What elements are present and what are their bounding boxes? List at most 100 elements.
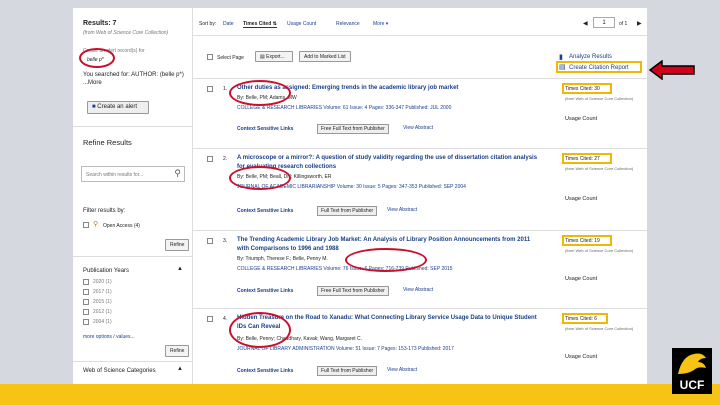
times-cited-source: (from Web of Science Core Collection) <box>565 166 634 171</box>
open-access-label: Open Access (4) <box>103 223 140 229</box>
screenshot-panel: Results: 7 (from Web of Science Core Col… <box>73 8 647 384</box>
record-checkbox[interactable] <box>207 86 213 92</box>
search-icon[interactable]: ⚲ <box>174 168 181 179</box>
export-label: Export... <box>266 54 285 60</box>
year-checkbox[interactable] <box>83 279 89 285</box>
record-title[interactable]: The Trending Academic Library Job Market… <box>237 237 530 243</box>
ucf-logo-text: UCF <box>679 378 705 392</box>
search-within-input[interactable]: Search within results for... ⚲ <box>81 166 185 182</box>
record-checkbox[interactable] <box>207 316 213 322</box>
divider <box>193 308 647 309</box>
refine-button[interactable]: Refine <box>165 239 190 251</box>
year-label: 2020 (1) <box>93 279 112 285</box>
yellow-box-highlight <box>562 235 612 246</box>
export-button[interactable]: ▤ Export... <box>255 51 293 62</box>
refine-button-2[interactable]: Refine <box>165 345 190 357</box>
fulltext-button[interactable]: Full Text from Publisher <box>317 206 378 216</box>
context-links[interactable]: Context Sensitive Links <box>237 288 293 294</box>
chevron-up-icon[interactable]: ▲ <box>177 266 183 272</box>
record-authors: By: Triumph, Therese F.; Belle, Penny M. <box>237 256 328 262</box>
fulltext-button[interactable]: Full Text from Publisher <box>317 366 378 376</box>
page-number-input[interactable]: 1 <box>593 17 615 28</box>
record-number: 1. <box>223 86 228 92</box>
record-number: 2. <box>223 156 228 162</box>
context-links[interactable]: Context Sensitive Links <box>237 126 293 132</box>
sidebar: Results: 7 (from Web of Science Core Col… <box>73 8 193 384</box>
divider <box>73 361 193 362</box>
search-placeholder: Search within results for... <box>86 172 144 178</box>
sort-times-cited[interactable]: Times Cited ⇅ <box>243 21 277 28</box>
divider <box>193 148 647 149</box>
create-alert-label: Create an alert <box>97 104 137 110</box>
context-links[interactable]: Context Sensitive Links <box>237 208 293 214</box>
yellow-box-highlight <box>556 61 642 73</box>
sort-times-cited-label: Times Cited <box>243 21 272 27</box>
divider <box>73 126 193 127</box>
red-circle-highlight <box>79 48 115 68</box>
view-abstract-link[interactable]: View Abstract <box>403 287 433 293</box>
context-links[interactable]: Context Sensitive Links <box>237 368 293 374</box>
gold-footer-band <box>0 384 720 405</box>
prev-page-icon[interactable]: ◀ <box>583 20 588 27</box>
sort-usage-count[interactable]: Usage Count <box>287 21 316 27</box>
record-journal: COLLEGE & RESEARCH LIBRARIES Volume: 76 … <box>237 266 453 272</box>
add-marked-list-button[interactable]: Add to Marked List <box>299 51 351 62</box>
view-abstract-link[interactable]: View Abstract <box>387 207 417 213</box>
year-label: 2015 (1) <box>93 299 112 305</box>
view-abstract-link[interactable]: View Abstract <box>403 125 433 131</box>
year-checkbox[interactable] <box>83 289 89 295</box>
red-arrow-icon <box>648 60 695 80</box>
record-title-cont[interactable]: with Comparisons to 1996 and 1988 <box>237 246 339 252</box>
results-main: Sort by: Date Times Cited ⇅ Usage Count … <box>193 8 647 384</box>
yellow-box-highlight <box>562 313 608 324</box>
yellow-box-highlight <box>562 83 612 94</box>
red-circle-highlight <box>229 166 291 190</box>
red-circle-highlight <box>229 80 291 106</box>
times-cited-source: (from Web of Science Core Collection) <box>565 96 634 101</box>
record-title[interactable]: A microscope or a mirror?: A question of… <box>237 155 537 161</box>
pegasus-icon <box>678 353 706 374</box>
pub-years-heading: Publication Years <box>83 268 130 274</box>
year-checkbox[interactable] <box>83 319 89 325</box>
usage-count[interactable]: Usage Count <box>565 116 597 122</box>
select-page-checkbox[interactable] <box>207 54 213 60</box>
results-count: Results: 7 <box>83 20 117 27</box>
record-number: 4. <box>223 316 228 322</box>
analyze-results-link[interactable]: Analyze Results <box>569 54 612 60</box>
next-page-icon[interactable]: ▶ <box>637 20 642 27</box>
record-checkbox[interactable] <box>207 238 213 244</box>
bell-icon: ■ <box>92 104 96 110</box>
record-number: 3. <box>223 238 228 244</box>
select-page-label: Select Page <box>217 55 244 61</box>
sort-by-label: Sort by: <box>199 21 217 27</box>
create-alert-button[interactable]: ■ Create an alert <box>87 101 149 114</box>
usage-count[interactable]: Usage Count <box>565 276 597 282</box>
usage-count[interactable]: Usage Count <box>565 354 597 360</box>
open-access-checkbox[interactable] <box>83 222 89 228</box>
sort-more[interactable]: More ▾ <box>373 21 388 27</box>
refine-heading: Refine Results <box>83 138 132 147</box>
sort-more-label: More <box>373 21 385 27</box>
ucf-logo: UCF <box>672 348 712 394</box>
red-circle-highlight <box>229 312 291 348</box>
searched-for: You searched for: AUTHOR: (belle p*) ...… <box>83 72 184 86</box>
year-label: 2017 (1) <box>93 289 112 295</box>
fulltext-button[interactable]: Free Full Text from Publisher <box>317 286 389 296</box>
view-abstract-link[interactable]: View Abstract <box>387 367 417 373</box>
sort-relevance[interactable]: Relevance <box>336 21 360 27</box>
year-checkbox[interactable] <box>83 299 89 305</box>
more-options-link[interactable]: more options / values... <box>83 334 135 340</box>
chevron-up-icon[interactable]: ▲ <box>177 366 183 372</box>
sort-date[interactable]: Date <box>223 21 234 27</box>
divider <box>73 256 193 257</box>
year-checkbox[interactable] <box>83 309 89 315</box>
usage-count[interactable]: Usage Count <box>565 196 597 202</box>
fulltext-button[interactable]: Free Full Text from Publisher <box>317 124 389 134</box>
wos-categories-heading: Web of Science Categories <box>83 368 156 374</box>
times-cited-source: (from Web of Science Core Collection) <box>565 326 634 331</box>
analyze-icon: ▮ <box>559 54 563 61</box>
year-label: 2012 (1) <box>93 309 112 315</box>
record-checkbox[interactable] <box>207 156 213 162</box>
red-circle-highlight <box>345 248 427 272</box>
record-journal: COLLEGE & RESEARCH LIBRARIES Volume: 61 … <box>237 105 452 111</box>
